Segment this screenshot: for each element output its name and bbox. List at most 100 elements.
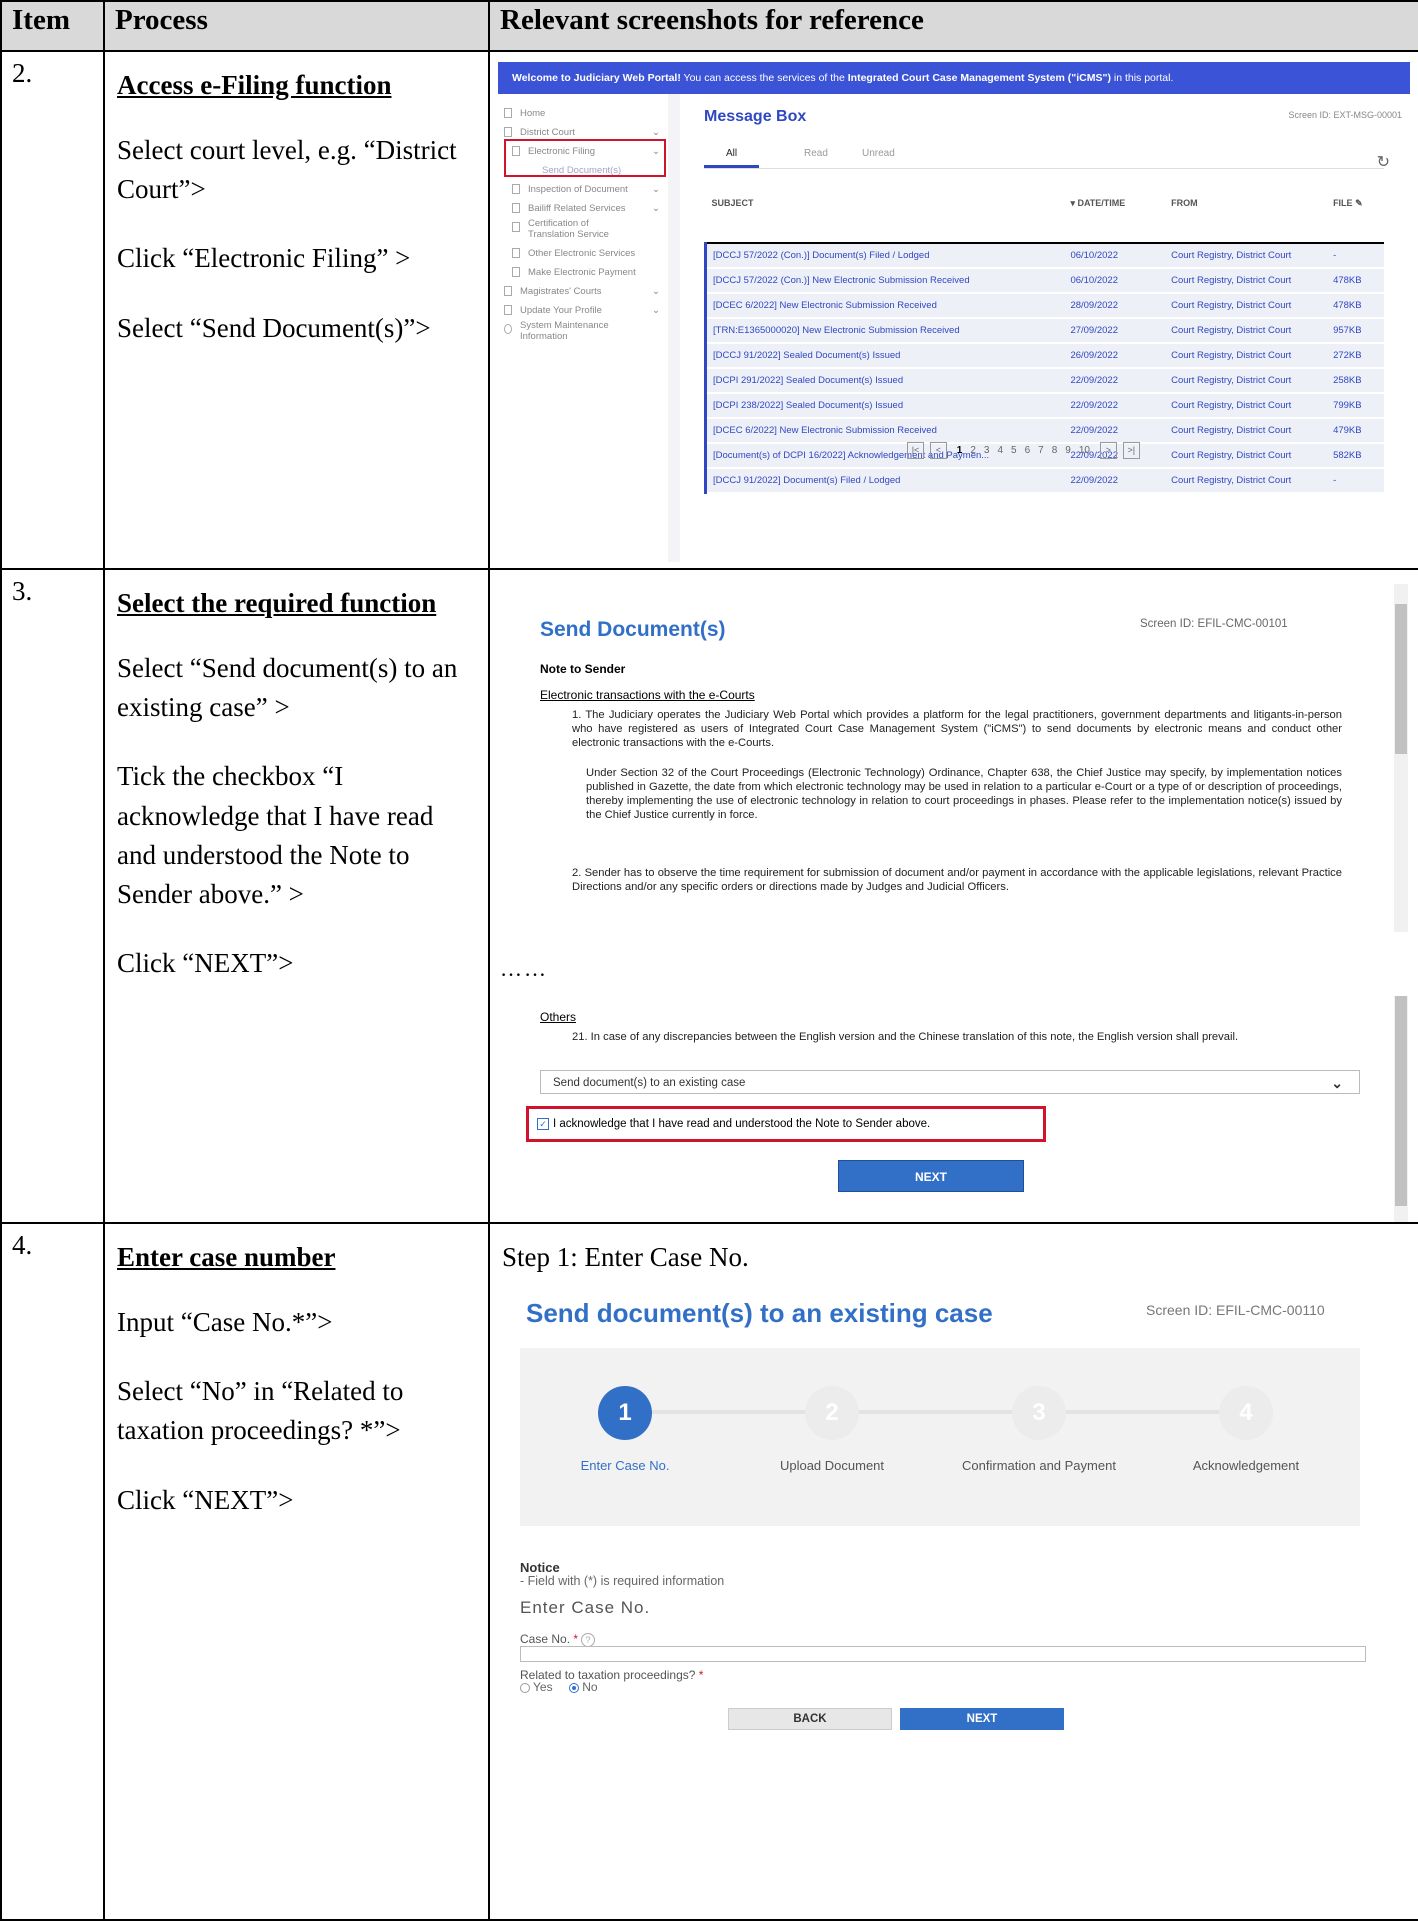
message-row[interactable]: [DCCJ 91/2022] Document(s) Filed / Lodge… [704, 468, 1384, 494]
message-from: Court Registry, District Court [1165, 418, 1328, 444]
step-label: Confirmation and Payment [962, 1458, 1116, 1473]
chevron-down-icon: ⌄ [1331, 1075, 1343, 1091]
folder-icon [512, 184, 520, 194]
message-subject[interactable]: [TRN:E1365000020] New Electronic Submiss… [704, 318, 1065, 344]
step-label: Upload Document [779, 1458, 885, 1473]
sidebar-item-profile[interactable]: Update Your Profile ⌄ [498, 301, 668, 320]
screenshot-cell: Welcome to Judiciary Web Portal! You can… [488, 50, 1418, 570]
message-subject[interactable]: [DCCJ 91/2022] Sealed Document(s) Issued [704, 343, 1065, 369]
message-from: Court Registry, District Court [1165, 393, 1328, 419]
sidebar-item-other-services[interactable]: Other Electronic Services [498, 244, 668, 263]
tab-all[interactable]: All [704, 148, 760, 168]
home-icon [504, 108, 512, 118]
column-date[interactable]: ▾ DATE/TIME [1064, 198, 1166, 244]
message-subject[interactable]: [DCPI 291/2022] Sealed Document(s) Issue… [704, 368, 1065, 394]
back-button[interactable]: BACK [728, 1708, 892, 1730]
page-title: Send document(s) to an existing case [526, 1298, 993, 1328]
page-number[interactable]: 1 [957, 445, 963, 456]
radio-yes[interactable]: Yes [520, 1680, 553, 1694]
page-number[interactable]: 7 [1038, 445, 1044, 456]
message-tabs: All Read Unread [704, 142, 1384, 169]
radio-selected-icon [569, 1682, 580, 1693]
help-icon[interactable]: ? [581, 1633, 596, 1647]
page-number[interactable]: 10 [1079, 445, 1090, 456]
page-number[interactable]: 4 [997, 445, 1003, 456]
message-table-header: SUBJECT ▾ DATE/TIME FROM FILE ✎ [705, 198, 1384, 244]
section-heading: Electronic transactions with the e-Court… [540, 688, 755, 702]
welcome-banner: Welcome to Judiciary Web Portal! You can… [498, 62, 1410, 94]
next-button[interactable]: NEXT [838, 1160, 1024, 1192]
table-row: 4. Enter case number Input “Case No.*”> … [0, 1222, 1418, 1921]
message-row[interactable]: [DCEC 6/2022] New Electronic Submission … [704, 418, 1384, 444]
highlight-box [504, 139, 666, 177]
page-number[interactable]: 6 [1025, 445, 1031, 456]
case-no-input[interactable] [520, 1646, 1366, 1662]
folder-icon [512, 248, 520, 258]
refresh-icon[interactable]: ↻ [1377, 152, 1390, 172]
header-screenshots: Relevant screenshots for reference [488, 0, 1418, 52]
function-select[interactable]: Send document(s) to an existing case ⌄ [540, 1070, 1360, 1094]
sidebar-item-inspection[interactable]: Inspection of Document ⌄ [498, 180, 668, 199]
message-subject[interactable]: [DCEC 6/2022] New Electronic Submission … [704, 293, 1065, 319]
column-from[interactable]: FROM [1165, 198, 1328, 244]
message-from: Court Registry, District Court [1165, 468, 1328, 494]
process-step: Click “NEXT”> [117, 947, 294, 978]
page-number[interactable]: 3 [984, 445, 990, 456]
acknowledge-checkbox[interactable]: ✓ I acknowledge that I have read and unde… [526, 1106, 1046, 1142]
prev-page-icon[interactable]: < [930, 442, 947, 459]
tab-read[interactable]: Read [804, 148, 828, 159]
note-paragraph: 1. The Judiciary operates the Judiciary … [572, 709, 1342, 749]
last-page-icon[interactable]: >| [1122, 442, 1140, 459]
message-row[interactable]: [DCCJ 57/2022 (Con.)] New Electronic Sub… [704, 268, 1384, 294]
sidebar-item-maintenance[interactable]: System Maintenance Information [498, 320, 630, 346]
next-button[interactable]: NEXT [900, 1708, 1064, 1730]
message-row[interactable]: [TRN:E1365000020] New Electronic Submiss… [704, 318, 1384, 344]
message-date: 06/10/2022 [1064, 268, 1166, 294]
sidebar-menu: Home District Court ⌄ Electronic Filing ⌄ … [498, 94, 668, 562]
sidebar-item-bailiff[interactable]: Bailiff Related Services ⌄ [498, 199, 668, 218]
tab-unread[interactable]: Unread [862, 148, 895, 159]
process-step: Tick the checkbox “I acknowledge that I … [117, 761, 434, 909]
sidebar-item-payment[interactable]: Make Electronic Payment [498, 263, 668, 282]
page-number[interactable]: 2 [970, 445, 976, 456]
screen-id: Screen ID: EFIL-CMC-00110 [1146, 1302, 1325, 1318]
first-page-icon[interactable]: |< [907, 442, 924, 459]
sidebar-item-certification[interactable]: Certification of Translation Service [498, 218, 628, 244]
message-from: Court Registry, District Court [1165, 443, 1328, 469]
message-subject[interactable]: [DCCJ 91/2022] Document(s) Filed / Lodge… [704, 468, 1065, 494]
section-heading: Others [540, 1010, 577, 1024]
message-from: Court Registry, District Court [1165, 318, 1328, 344]
message-row[interactable]: [DCCJ 57/2022 (Con.)] Document(s) Filed … [704, 243, 1384, 269]
message-date: 28/09/2022 [1064, 293, 1166, 319]
checkbox-icon: ✓ [537, 1117, 549, 1130]
next-page-icon[interactable]: > [1099, 442, 1117, 459]
radio-no[interactable]: No [569, 1680, 598, 1694]
message-subject[interactable]: [DCPI 238/2022] Sealed Document(s) Issue… [704, 393, 1065, 419]
message-row[interactable]: [DCEC 6/2022] New Electronic Submission … [704, 293, 1384, 319]
page-number[interactable]: 8 [1052, 445, 1058, 456]
page-number[interactable]: 5 [1011, 445, 1017, 456]
column-file[interactable]: FILE ✎ [1327, 198, 1384, 244]
pagination: |< < 1 2 3 4 5 6 7 8 9 10 > >| [904, 442, 1143, 459]
header-item: Item [0, 0, 105, 52]
scrollbar[interactable] [1394, 996, 1408, 1222]
page-number[interactable]: 9 [1065, 445, 1071, 456]
message-subject[interactable]: [DCCJ 57/2022 (Con.)] Document(s) Filed … [704, 243, 1065, 269]
sidebar-item-home[interactable]: Home [498, 104, 668, 123]
message-row[interactable]: [DCCJ 91/2022] Sealed Document(s) Issued… [704, 343, 1384, 369]
message-row[interactable]: [DCPI 238/2022] Sealed Document(s) Issue… [704, 393, 1384, 419]
note-paragraph: 21. In case of any discrepancies between… [572, 1031, 1239, 1043]
message-subject[interactable]: [DCEC 6/2022] New Electronic Submission … [704, 418, 1065, 444]
item-number: 4. [0, 1222, 105, 1921]
message-subject[interactable]: [DCCJ 57/2022 (Con.)] New Electronic Sub… [704, 268, 1065, 294]
message-row[interactable]: [DCPI 291/2022] Sealed Document(s) Issue… [704, 368, 1384, 394]
folder-icon [512, 267, 520, 277]
screen-id: Screen ID: EXT-MSG-00001 [1288, 110, 1402, 120]
section-heading: Enter Case No. [520, 1598, 651, 1617]
process-step: Select “Send document(s) to an existing … [117, 653, 458, 723]
column-subject[interactable]: SUBJECT [705, 198, 1065, 244]
scrollbar[interactable] [1394, 584, 1408, 932]
send-documents-screenshot: Send Document(s) Screen ID: EFIL-CMC-001… [500, 570, 1410, 1222]
sidebar-item-magistrates[interactable]: Magistrates' Courts ⌄ [498, 282, 668, 301]
message-date: 22/09/2022 [1064, 368, 1166, 394]
